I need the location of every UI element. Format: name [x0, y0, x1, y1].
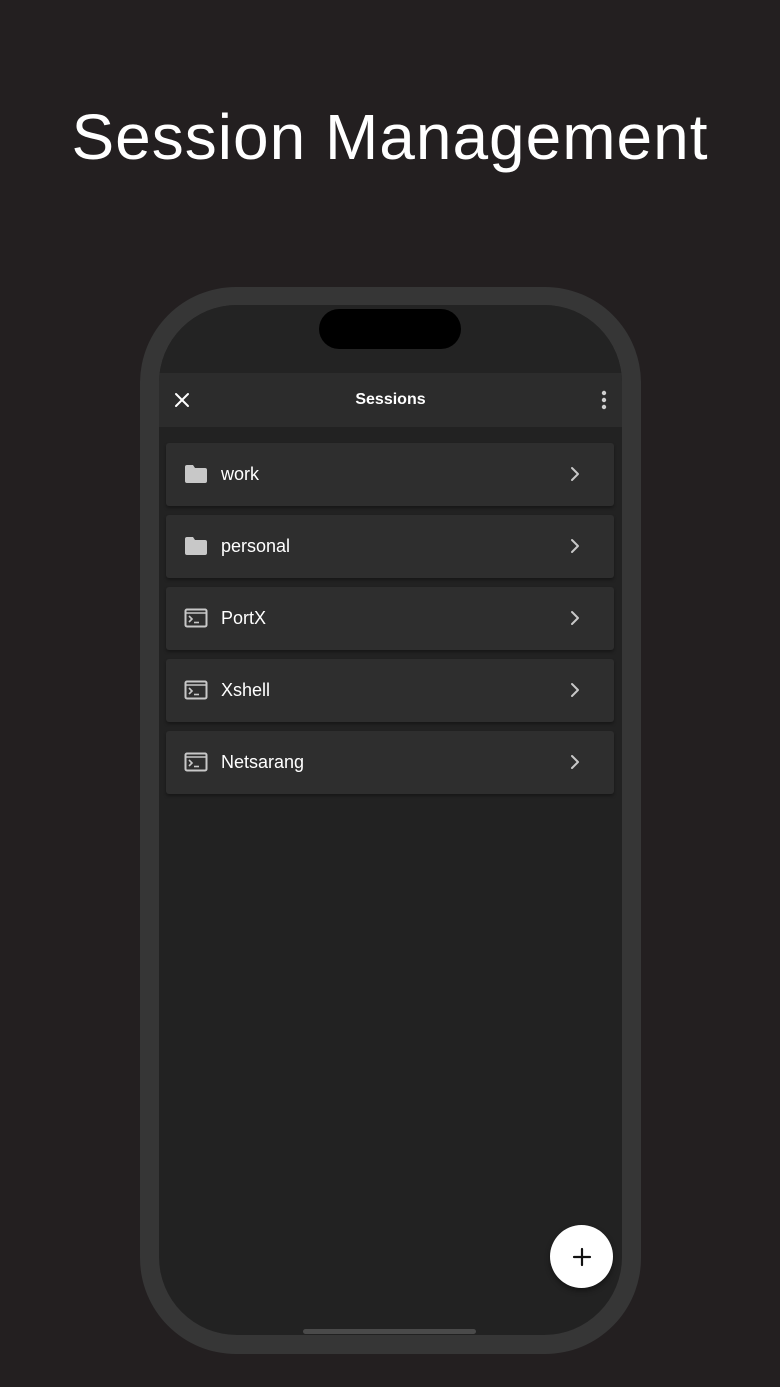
close-icon [175, 393, 189, 407]
terminal-icon [184, 751, 208, 773]
chevron-right-icon [568, 465, 582, 483]
chevron-right-icon [568, 609, 582, 627]
terminal-icon [184, 679, 208, 701]
screen-title: Sessions [355, 391, 426, 408]
session-row-netsarang[interactable]: Netsarang [166, 731, 614, 794]
session-label: Netsarang [221, 752, 305, 772]
chevron-right-icon [568, 681, 582, 699]
home-indicator [303, 1329, 476, 1334]
session-row-personal[interactable]: personal [166, 515, 614, 578]
plus-icon [572, 1247, 591, 1266]
phone-screen: Sessions work personal PortX Xshell Nets… [159, 305, 622, 1335]
chevron-right-icon [568, 753, 582, 771]
session-label: PortX [221, 608, 267, 628]
session-list: work personal PortX Xshell Netsarang [166, 443, 614, 803]
app-header: Sessions [159, 373, 622, 427]
session-label: Xshell [221, 680, 271, 700]
dynamic-island [319, 309, 461, 349]
folder-icon [184, 535, 208, 557]
page-headline: Session Management [71, 101, 709, 173]
close-button[interactable] [167, 385, 197, 415]
session-row-xshell[interactable]: Xshell [166, 659, 614, 722]
more-vertical-icon [601, 390, 607, 410]
add-session-button[interactable] [550, 1225, 613, 1288]
chevron-right-icon [568, 537, 582, 555]
session-row-work[interactable]: work [166, 443, 614, 506]
terminal-icon [184, 607, 208, 629]
session-row-portx[interactable]: PortX [166, 587, 614, 650]
session-label: work [221, 464, 260, 484]
session-label: personal [221, 536, 291, 556]
more-options-button[interactable] [592, 385, 616, 415]
folder-icon [184, 463, 208, 485]
status-bar [159, 305, 622, 373]
